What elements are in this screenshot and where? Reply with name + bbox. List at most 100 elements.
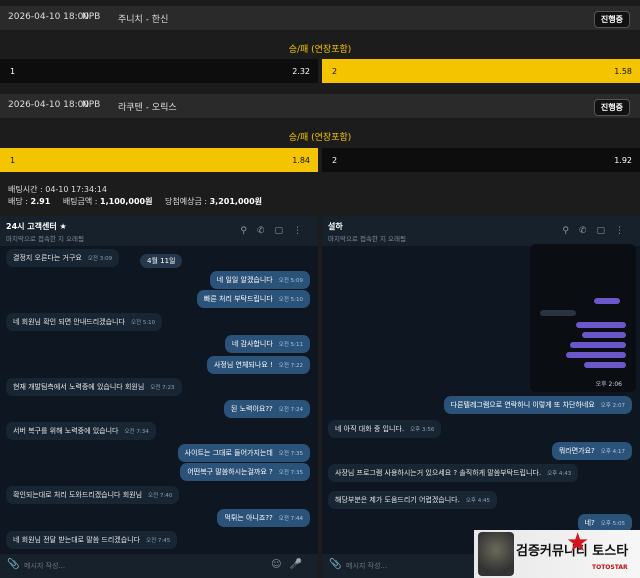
amount-value: 1,100,000원 <box>100 197 153 206</box>
message-text: 다른텔레그램으로 연락하니 이렇게 또 차단하네요 <box>450 401 595 409</box>
message-time: 오후 2:07 <box>600 403 625 409</box>
message-text: 먹튀는 아니죠?? <box>224 514 273 522</box>
message-text: 사장님 프로그램 사용하시는거 있으세요 ? 솔직하게 말씀부탁드립니다. <box>335 469 542 477</box>
image-time: 오후 2:06 <box>595 381 622 388</box>
message-input[interactable]: 메시지 작성... <box>24 561 65 571</box>
search-icon[interactable]: ⚲ <box>240 226 257 236</box>
message-time: 오후 4:45 <box>465 498 491 504</box>
message-text: 된 노력이요?? <box>230 405 273 413</box>
image-bubble <box>570 342 626 348</box>
option-label: 2 <box>332 156 338 165</box>
image-bubble <box>582 332 626 338</box>
more-icon[interactable]: ⋮ <box>615 226 634 236</box>
image-bubble <box>576 322 626 328</box>
message: 해당부분은 제가 도움드리기 어렵겠습니다. 오후 4:45 <box>328 491 498 509</box>
message-text: 뭐라면가요? <box>558 447 595 455</box>
microphone-icon[interactable]: 🎤 <box>290 559 310 570</box>
sidebar-icon[interactable]: ▢ <box>274 226 293 236</box>
shared-screenshot-image[interactable]: 오후 2:06 <box>530 244 636 392</box>
more-icon[interactable]: ⋮ <box>293 226 312 236</box>
message-text: 결정지 오른다는 거구요 <box>13 254 82 262</box>
market-title: 승/패 (연장포함) <box>288 45 352 55</box>
message-text: 네 회원님 전달 받는대로 말씀 드리겠습니다 <box>13 536 141 544</box>
message: 뭐라면가요? 오후 4:17 <box>551 442 632 460</box>
message-time: 오전 7:45 <box>146 538 171 544</box>
bet-option-2[interactable]: 2 1.58 <box>322 59 640 83</box>
bet-option-1[interactable]: 1 1.84 <box>0 148 318 172</box>
message: 된 노력이요?? 오전 7:24 <box>223 400 310 418</box>
match-date: 2026-04-10 18:00 <box>8 12 90 22</box>
message: 서버 복구를 위해 노력중에 있습니다 오전 7:34 <box>6 422 156 440</box>
option-odds: 1.84 <box>292 156 310 165</box>
message: 네 아직 대화 중 입니다. 오후 3:56 <box>328 420 442 438</box>
message-time: 오전 7:35 <box>278 470 303 476</box>
image-bubble <box>594 298 620 304</box>
bet-time-row: 배팅시간 : 04-10 17:34:14 <box>8 184 107 195</box>
message-text: 네 감사합니다 <box>231 340 273 348</box>
option-odds: 1.58 <box>614 67 632 76</box>
paperclip-icon[interactable]: 📎 <box>7 559 19 570</box>
message: 네 회원님 전달 받는대로 말씀 드리겠습니다 오전 7:45 <box>6 531 178 549</box>
message: 네 감사합니다 오전 5:11 <box>224 335 310 353</box>
option-odds: 2.32 <box>292 67 310 76</box>
message: 확인되는대로 처리 도와드리겠습니다 회원님 오전 7:40 <box>6 486 180 504</box>
option-odds: 1.92 <box>614 156 632 165</box>
message-input-bar: 📎 메시지 작성... ☺🎤 <box>0 554 318 578</box>
bet-option-1[interactable]: 1 2.32 <box>0 59 318 83</box>
match-league: NPB <box>82 100 101 110</box>
message-time: 오후 4:43 <box>547 471 572 477</box>
win-value: 3,201,000원 <box>209 197 262 206</box>
message: 어떤복구 말씀하시는걸까요 ? 오전 7:35 <box>180 463 310 481</box>
phone-icon[interactable]: ✆ <box>257 226 275 236</box>
message-time: 오전 7:35 <box>278 451 303 457</box>
search-icon[interactable]: ⚲ <box>562 226 579 236</box>
message: 사이트는 그대로 들어가지는데 오전 7:35 <box>177 444 310 462</box>
message: 먹튀는 아니죠?? 오전 7:44 <box>217 509 310 527</box>
message-text: 서버 복구를 위해 노력중에 있습니다 <box>13 427 119 435</box>
message: 빠른 처리 부탁드립니다 오전 5:10 <box>196 290 310 308</box>
match-teams: 주니치 - 한신 <box>118 15 169 25</box>
message: 사정님 연체되나요 ! 오전 7:22 <box>206 356 310 374</box>
paperclip-icon[interactable]: 📎 <box>329 559 341 570</box>
message-text: 어떤복구 말씀하시는걸까요 ? <box>187 468 273 476</box>
message-text: 네 회원님 확인 되면 안내드리겠습니다 <box>13 318 125 326</box>
bet-time-value: 04-10 17:34:14 <box>45 185 107 194</box>
phone-icon[interactable]: ✆ <box>579 226 597 236</box>
message-text: 네 아직 대화 중 입니다. <box>335 425 405 433</box>
bet-option-2[interactable]: 2 1.92 <box>322 148 640 172</box>
match-teams: 라쿠텐 - 오릭스 <box>118 103 177 113</box>
match-league: NPB <box>82 12 101 22</box>
chat-header: 설하 마지막으로 접속한 지 오래됨 ⚲✆▢⋮ <box>322 216 640 246</box>
status-badge: 진행중 <box>593 11 630 28</box>
star-icon: ★ <box>566 528 590 558</box>
header-icons: ⚲✆▢⋮ <box>240 226 312 236</box>
message-time: 오후 4:17 <box>600 449 625 455</box>
odds-value: 2.91 <box>30 197 51 206</box>
emoji-icon[interactable]: ☺ <box>271 559 289 570</box>
message-input[interactable]: 메시지 작성... <box>346 561 387 571</box>
option-label: 1 <box>10 67 16 76</box>
option-label: 2 <box>332 67 338 76</box>
match-date: 2026-04-10 18:00 <box>8 100 90 110</box>
message-time: 오전 7:23 <box>150 385 175 391</box>
message-text: 네 일일 알겠습니다 <box>216 276 273 284</box>
message-time: 오후 3:56 <box>410 427 435 433</box>
message: 결정지 오른다는 거구요 오전 3:09 <box>6 249 120 267</box>
market-title: 승/패 (연장포함) <box>288 133 352 143</box>
message-time: 오전 7:44 <box>278 516 303 522</box>
message-time: 오전 5:11 <box>278 342 303 348</box>
message: 네 일일 알겠습니다 오전 5:09 <box>209 271 310 289</box>
message-text: 사정님 연체되나요 ! <box>213 361 273 369</box>
message-time: 오전 7:34 <box>124 429 149 435</box>
message-time: 오전 7:24 <box>278 407 303 413</box>
win-label: 당첨예상금 : <box>165 197 208 206</box>
message-time: 오전 5:09 <box>278 278 303 284</box>
message-time: 오전 5:10 <box>130 320 156 326</box>
sidebar-icon[interactable]: ▢ <box>596 226 615 236</box>
header-icons: ⚲✆▢⋮ <box>562 226 634 236</box>
input-tools: ☺🎤 <box>271 559 310 570</box>
message: 현재 개발팀측에서 노력중에 있습니다 회원님 오전 7:23 <box>6 378 182 396</box>
bet-amount-row: 배당 : 2.91 배팅금액 : 1,100,000원 당첨예상금 : 3,20… <box>8 196 262 207</box>
watermark-sub: TOTOSTAR <box>592 564 628 571</box>
message: 사장님 프로그램 사용하시는거 있으세요 ? 솔직하게 말씀부탁드립니다. 오후 … <box>328 464 579 482</box>
